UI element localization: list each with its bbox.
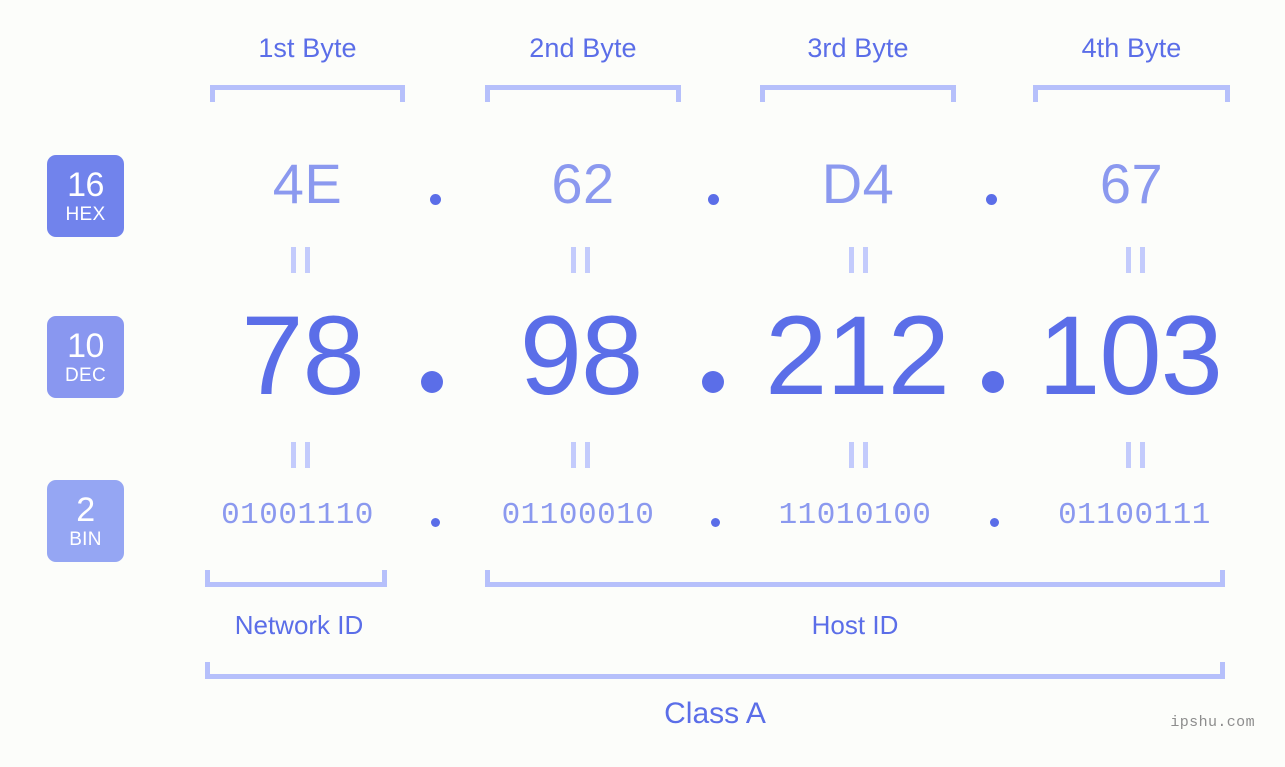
equals-mark-hex-dec-4 [1126,247,1145,273]
base-badge-dec-name: DEC [64,365,106,386]
bin-octet-1: 01001110 [221,498,374,533]
byte-bracket-2 [485,85,681,102]
base-badge-dec-number: 10 [67,327,104,365]
equals-bar [1126,442,1131,468]
bin-dot-3 [990,518,999,527]
equals-mark-dec-bin-3 [849,442,868,468]
byte-header-1: 1st Byte [258,33,357,63]
dec-octet-1: 78 [241,293,365,418]
site-watermark: ipshu.com [1170,714,1255,731]
hex-dot-3 [986,194,997,205]
byte-bracket-3 [760,85,956,102]
equals-bar [1126,247,1131,273]
host-id-bracket [485,570,1225,587]
byte-bracket-1 [210,85,405,102]
bin-octet-4: 01100111 [1058,498,1211,533]
equals-bar [585,247,590,273]
equals-mark-dec-bin-1 [291,442,310,468]
equals-bar [585,442,590,468]
equals-mark-dec-bin-4 [1126,442,1145,468]
bin-dot-2 [711,518,720,527]
base-badge-hex: 16 HEX [47,155,124,237]
dec-octet-3: 212 [765,293,950,418]
bin-dot-1 [431,518,440,527]
hex-dot-2 [708,194,719,205]
hex-octet-1: 4E [272,152,343,215]
equals-bar [571,442,576,468]
equals-bar [291,247,296,273]
base-badge-dec: 10 DEC [47,316,124,398]
equals-mark-hex-dec-2 [571,247,590,273]
bin-octet-3: 11010100 [778,498,932,533]
equals-mark-hex-dec-3 [849,247,868,273]
hex-dot-1 [430,194,441,205]
equals-bar [1140,442,1145,468]
hex-octet-4: 67 [1099,152,1164,215]
dec-octet-4: 103 [1038,293,1223,418]
equals-bar [849,247,854,273]
dec-dot-1 [421,371,443,393]
equals-bar [1140,247,1145,273]
equals-bar [571,247,576,273]
equals-mark-dec-bin-2 [571,442,590,468]
byte-bracket-4 [1033,85,1230,102]
host-id-label: Host ID [811,610,899,640]
equals-bar [863,442,868,468]
byte-header-4: 4th Byte [1081,33,1182,63]
equals-mark-hex-dec-1 [291,247,310,273]
base-badge-bin-number: 2 [76,491,95,529]
hex-octet-2: 62 [551,152,615,215]
base-badge-hex-number: 16 [67,166,104,204]
class-label: Class A [664,697,766,730]
equals-bar [291,442,296,468]
byte-header-3: 3rd Byte [807,33,909,63]
dec-dot-2 [702,371,724,393]
network-id-bracket [205,570,387,587]
base-badge-hex-name: HEX [65,204,106,225]
hex-octet-3: D4 [821,152,895,215]
network-id-label: Network ID [234,610,364,640]
equals-bar [849,442,854,468]
bin-octet-2: 01100010 [501,498,655,533]
equals-bar [863,247,868,273]
equals-bar [305,442,310,468]
ip-address-diagram: 1st Byte 2nd Byte 3rd Byte 4th Byte 16 H… [0,0,1285,767]
dec-dot-3 [982,371,1004,393]
dec-octet-2: 98 [519,293,644,418]
class-bracket [205,662,1225,679]
equals-bar [305,247,310,273]
base-badge-bin-name: BIN [69,529,102,550]
byte-header-2: 2nd Byte [529,33,637,63]
base-badge-bin: 2 BIN [47,480,124,562]
